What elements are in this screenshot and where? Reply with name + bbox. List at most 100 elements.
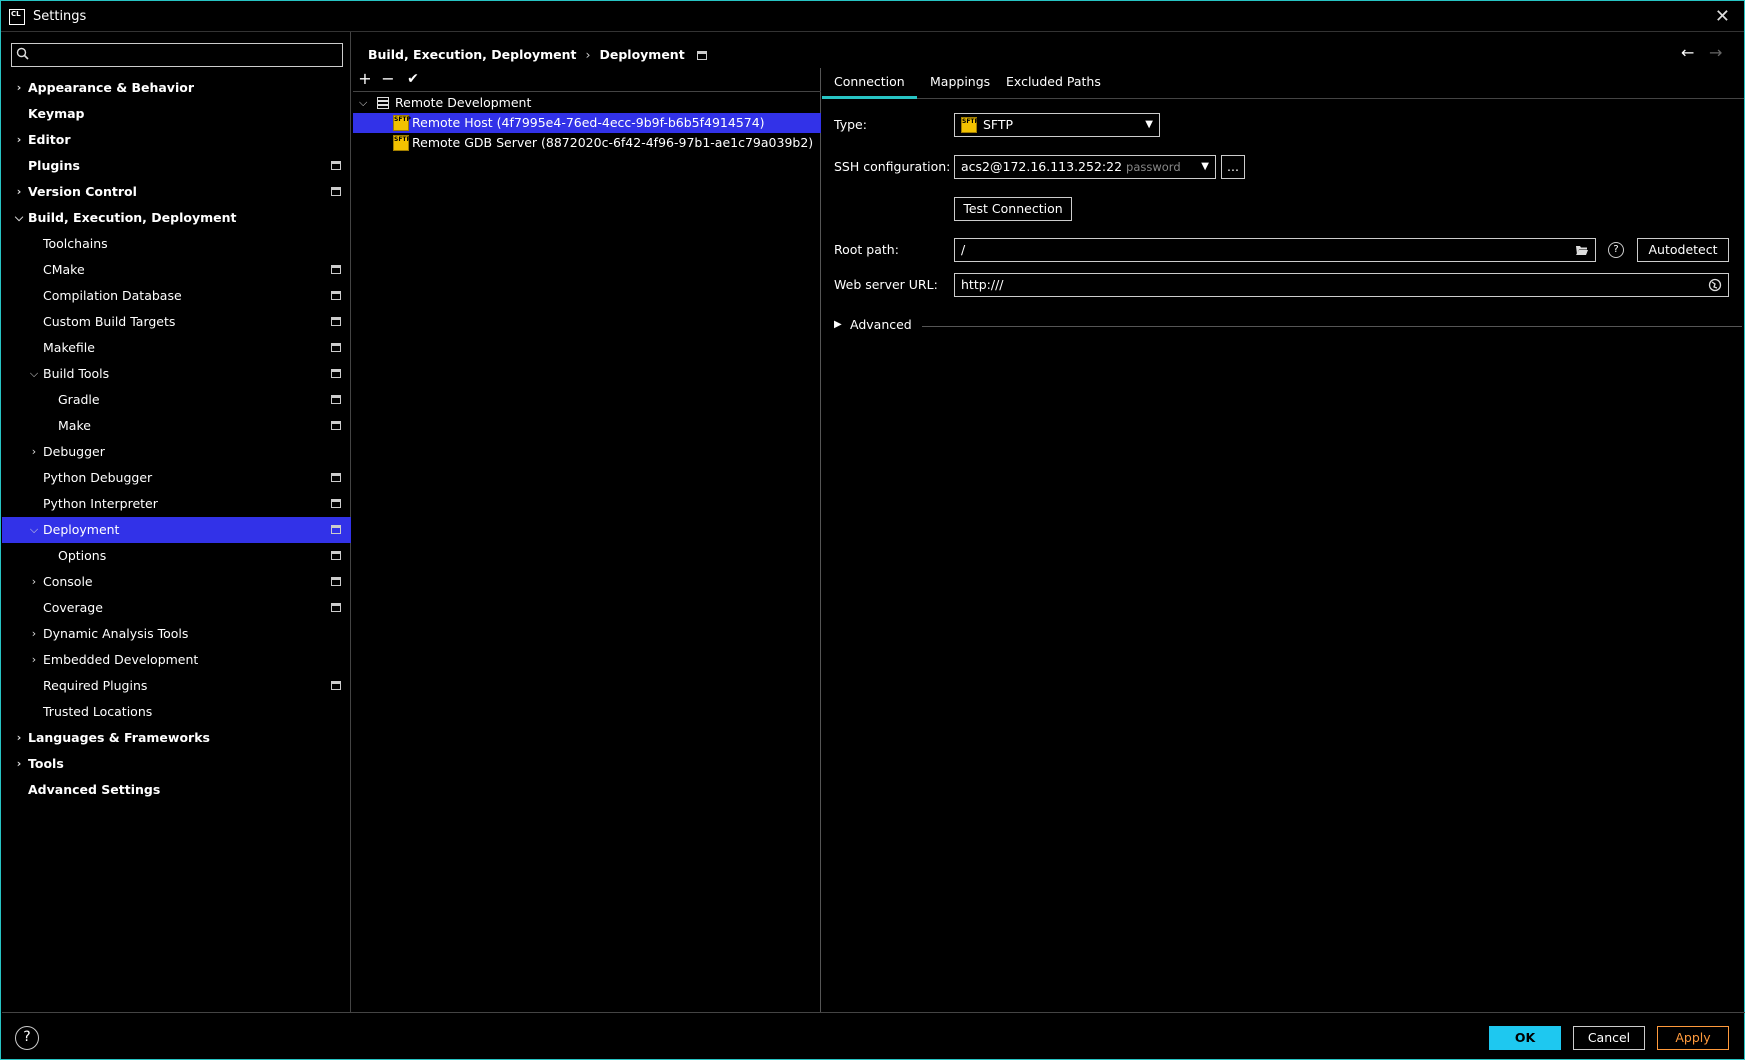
sidebar-item-advanced-settings[interactable]: Advanced Settings — [2, 777, 351, 803]
sidebar-item-editor[interactable]: › Editor — [2, 127, 351, 153]
sftp-server-icon: SFTP — [393, 135, 411, 151]
sidebar-item-label: Custom Build Targets — [43, 314, 176, 329]
sidebar-item-toolchains[interactable]: Toolchains — [2, 231, 351, 257]
add-server-button[interactable]: + — [355, 68, 375, 90]
section-divider — [922, 326, 1742, 327]
project-level-icon — [331, 369, 341, 378]
ssh-configuration-dropdown[interactable]: acs2@172.16.113.252:22 password ▼ — [954, 155, 1216, 179]
breadcrumb-parent[interactable]: Build, Execution, Deployment — [368, 47, 576, 62]
forward-arrow-icon[interactable]: → — [1709, 43, 1722, 62]
chevron-right-icon[interactable]: › — [14, 751, 24, 777]
sidebar-item-gradle[interactable]: Gradle — [2, 387, 351, 413]
remove-server-button[interactable]: − — [378, 68, 398, 90]
chevron-right-icon[interactable]: › — [29, 621, 39, 647]
tab-excluded-paths[interactable]: Excluded Paths — [994, 68, 1113, 99]
help-button[interactable]: ? — [15, 1026, 39, 1050]
server-item-remote-host[interactable]: SFTP Remote Host (4f7995e4-76ed-4ecc-9b9… — [353, 113, 821, 133]
back-arrow-icon[interactable]: ← — [1681, 43, 1694, 62]
chevron-down-icon[interactable]: ⌵ — [359, 93, 367, 113]
settings-sidebar: › Appearance & Behavior Keymap › Editor Plugi… — [2, 32, 351, 1012]
sidebar-item-compilation-database[interactable]: Compilation Database — [2, 283, 351, 309]
sidebar-item-embedded-development[interactable]: › Embedded Development — [2, 647, 351, 673]
chevron-right-icon[interactable]: › — [14, 75, 24, 101]
sidebar-item-make[interactable]: Make — [2, 413, 351, 439]
sidebar-item-makefile[interactable]: Makefile — [2, 335, 351, 361]
sidebar-item-plugins[interactable]: Plugins — [2, 153, 351, 179]
ssh-auth-hint: password — [1126, 160, 1181, 174]
sftp-server-icon: SFTP — [393, 115, 411, 131]
sidebar-item-keymap[interactable]: Keymap — [2, 101, 351, 127]
sidebar-item-deployment[interactable]: ⌵ Deployment — [2, 517, 351, 543]
chevron-right-icon[interactable]: › — [14, 725, 24, 751]
project-level-icon — [331, 603, 341, 612]
settings-tree: › Appearance & Behavior Keymap › Editor Plugi… — [2, 75, 351, 803]
ssh-configuration-more-button[interactable]: ... — [1221, 155, 1245, 179]
sidebar-item-build-tools[interactable]: ⌵ Build Tools — [2, 361, 351, 387]
sidebar-item-label: Languages & Frameworks — [28, 730, 210, 745]
breadcrumb-current: Deployment — [599, 47, 685, 62]
sidebar-item-label: Required Plugins — [43, 678, 148, 693]
sidebar-item-tools[interactable]: › Tools — [2, 751, 351, 777]
sidebar-item-trusted-locations[interactable]: Trusted Locations — [2, 699, 351, 725]
folder-open-icon[interactable] — [1575, 243, 1589, 257]
project-level-icon — [331, 421, 341, 430]
sidebar-item-debugger[interactable]: › Debugger — [2, 439, 351, 465]
project-level-icon — [331, 291, 341, 300]
chevron-right-icon[interactable]: › — [29, 569, 39, 595]
sidebar-item-python-debugger[interactable]: Python Debugger — [2, 465, 351, 491]
sidebar-item-coverage[interactable]: Coverage — [2, 595, 351, 621]
sidebar-item-cmake[interactable]: CMake — [2, 257, 351, 283]
test-connection-button[interactable]: Test Connection — [954, 197, 1072, 221]
chevron-right-icon[interactable]: › — [14, 127, 24, 153]
ok-button[interactable]: OK — [1489, 1026, 1561, 1050]
globe-icon[interactable] — [1708, 278, 1722, 292]
search-field[interactable] — [11, 43, 343, 67]
chevron-down-icon[interactable]: ⌵ — [14, 205, 24, 231]
server-item-remote-gdb[interactable]: SFTP Remote GDB Server (8872020c-6f42-4f… — [353, 133, 821, 153]
chevron-right-icon[interactable]: › — [29, 647, 39, 673]
sidebar-item-appearance-behavior[interactable]: › Appearance & Behavior — [2, 75, 351, 101]
server-group-label: Remote Development — [395, 95, 532, 110]
chevron-right-icon[interactable]: › — [29, 439, 39, 465]
use-as-default-button[interactable]: ✔ — [403, 68, 423, 90]
sidebar-item-required-plugins[interactable]: Required Plugins — [2, 673, 351, 699]
chevron-right-icon[interactable]: › — [14, 179, 24, 205]
sidebar-item-options[interactable]: Options — [2, 543, 351, 569]
project-level-icon — [696, 51, 707, 60]
advanced-section-toggle[interactable]: ▶ Advanced — [834, 316, 1742, 336]
sidebar-item-languages-frameworks[interactable]: › Languages & Frameworks — [2, 725, 351, 751]
chevron-down-icon[interactable]: ⌵ — [29, 361, 39, 387]
clion-logo-icon: CL — [9, 9, 25, 25]
dropdown-arrow-icon: ▼ — [1201, 161, 1209, 172]
chevron-down-icon[interactable]: ⌵ — [29, 517, 39, 543]
sidebar-item-build-execution-deployment[interactable]: ⌵ Build, Execution, Deployment — [2, 205, 351, 231]
sidebar-item-label: Toolchains — [43, 236, 108, 251]
sidebar-item-dynamic-analysis-tools[interactable]: › Dynamic Analysis Tools — [2, 621, 351, 647]
project-level-icon — [331, 187, 341, 196]
help-icon[interactable]: ? — [1608, 242, 1624, 258]
project-level-icon — [331, 343, 341, 352]
sidebar-item-label: Embedded Development — [43, 652, 199, 667]
tab-connection[interactable]: Connection — [822, 68, 917, 99]
apply-button[interactable]: Apply — [1657, 1026, 1729, 1050]
dropdown-arrow-icon: ▼ — [1145, 119, 1153, 130]
sidebar-item-label: Python Interpreter — [43, 496, 158, 511]
autodetect-button[interactable]: Autodetect — [1637, 238, 1729, 262]
server-group-row[interactable]: ⌵ Remote Development — [353, 93, 821, 113]
settings-window: CL Settings ✕ › Appearance & Behavior Keym… — [0, 0, 1745, 1060]
type-dropdown[interactable]: SFTP SFTP ▼ — [954, 113, 1160, 137]
close-icon[interactable]: ✕ — [1715, 6, 1730, 27]
sidebar-item-python-interpreter[interactable]: Python Interpreter — [2, 491, 351, 517]
sidebar-item-version-control[interactable]: › Version Control — [2, 179, 351, 205]
sidebar-item-custom-build-targets[interactable]: Custom Build Targets — [2, 309, 351, 335]
root-path-field[interactable]: / — [954, 238, 1596, 262]
sidebar-item-label: CMake — [43, 262, 85, 277]
search-input[interactable] — [38, 46, 338, 64]
web-server-url-field[interactable]: http:/// — [954, 273, 1729, 297]
tab-mappings[interactable]: Mappings — [918, 68, 1002, 99]
project-level-icon — [331, 161, 341, 170]
sidebar-item-label: Dynamic Analysis Tools — [43, 626, 189, 641]
cancel-button[interactable]: Cancel — [1573, 1026, 1645, 1050]
breadcrumb-separator-icon: › — [585, 47, 591, 62]
sidebar-item-console[interactable]: › Console — [2, 569, 351, 595]
